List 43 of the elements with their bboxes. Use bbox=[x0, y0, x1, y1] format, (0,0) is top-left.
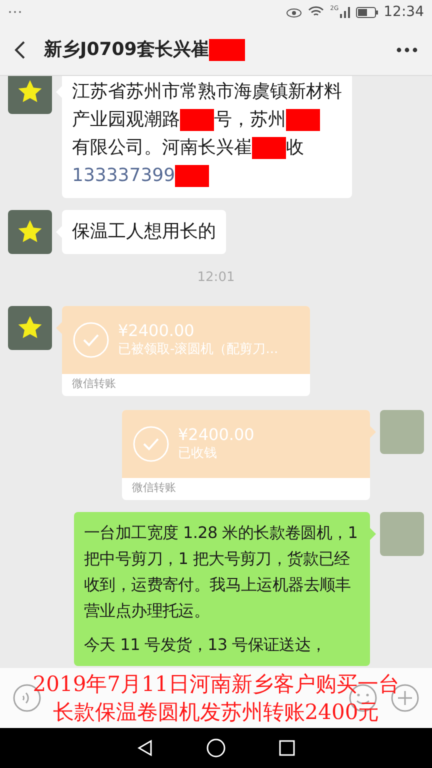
timestamp: 12:01 bbox=[197, 269, 235, 287]
transfer-label: 微信转账 bbox=[132, 480, 176, 496]
checkmark-circle-icon bbox=[132, 424, 170, 462]
star-icon bbox=[17, 219, 43, 245]
transfer-label: 微信转账 bbox=[72, 376, 116, 392]
transfer-card[interactable]: ¥2400.00 已收钱 微信转账 bbox=[122, 410, 370, 500]
caption-text: 长款保温卷圆机发苏州转账2400元 bbox=[52, 699, 380, 726]
redaction-block bbox=[180, 109, 214, 132]
transfer-amount: ¥2400.00 bbox=[118, 320, 196, 340]
message-text: 产业园观潮路 bbox=[72, 109, 180, 130]
avatar-photo[interactable] bbox=[8, 306, 52, 350]
message-text: 收 bbox=[286, 137, 304, 158]
battery-icon bbox=[356, 6, 378, 18]
nav-home-icon[interactable] bbox=[206, 738, 226, 758]
more-options-icon[interactable] bbox=[396, 46, 418, 52]
message-text: 一台加工宽度 1.28 米的长款卷圆机，1 把中号剪刀，1 把大号剪刀，货款已经收到，运费寄付。我马上运机器去顺丰营业点办理托运。 bbox=[84, 522, 358, 620]
wifi-icon bbox=[308, 6, 324, 18]
message-text: 江苏省苏州市常熟市海虞镇新材料 bbox=[72, 81, 342, 102]
nav-back-icon[interactable] bbox=[136, 739, 153, 757]
message-text: 保温工人想用长的 bbox=[72, 221, 216, 242]
transfer-amount: ¥2400.00 bbox=[178, 424, 254, 444]
signal-icon bbox=[340, 6, 350, 18]
star-icon bbox=[17, 79, 43, 105]
transfer-status: 已被领取-滚圆机（配剪刀... bbox=[118, 340, 278, 358]
phone-link[interactable]: 133337399 bbox=[72, 165, 176, 186]
checkmark-circle-icon bbox=[72, 320, 110, 358]
avatar-photo[interactable] bbox=[8, 76, 52, 114]
nav-recents-icon[interactable] bbox=[279, 740, 296, 756]
more-dots-icon bbox=[8, 10, 22, 14]
chat-title: 新乡J0709套长兴崔 bbox=[44, 38, 209, 62]
caption-text: 2019年7月11日河南新乡客户购买一台 bbox=[32, 671, 400, 698]
transfer-card[interactable]: ¥2400.00 已被领取-滚圆机（配剪刀... 微信转账 bbox=[62, 306, 310, 396]
redaction-block bbox=[252, 137, 286, 160]
eye-icon bbox=[286, 6, 302, 18]
clock-time: 12:34 bbox=[384, 2, 424, 22]
redaction-block bbox=[175, 165, 210, 188]
redaction-block bbox=[286, 109, 320, 132]
message-text: 有限公司。河南长兴崔 bbox=[72, 137, 252, 158]
message-text: 号，苏州 bbox=[214, 109, 286, 130]
star-icon bbox=[17, 314, 43, 340]
message-text: 今天 11 号发货，13 号保证送达， bbox=[84, 634, 326, 654]
avatar-photo[interactable] bbox=[8, 210, 52, 254]
transfer-status: 已收钱 bbox=[178, 444, 218, 462]
